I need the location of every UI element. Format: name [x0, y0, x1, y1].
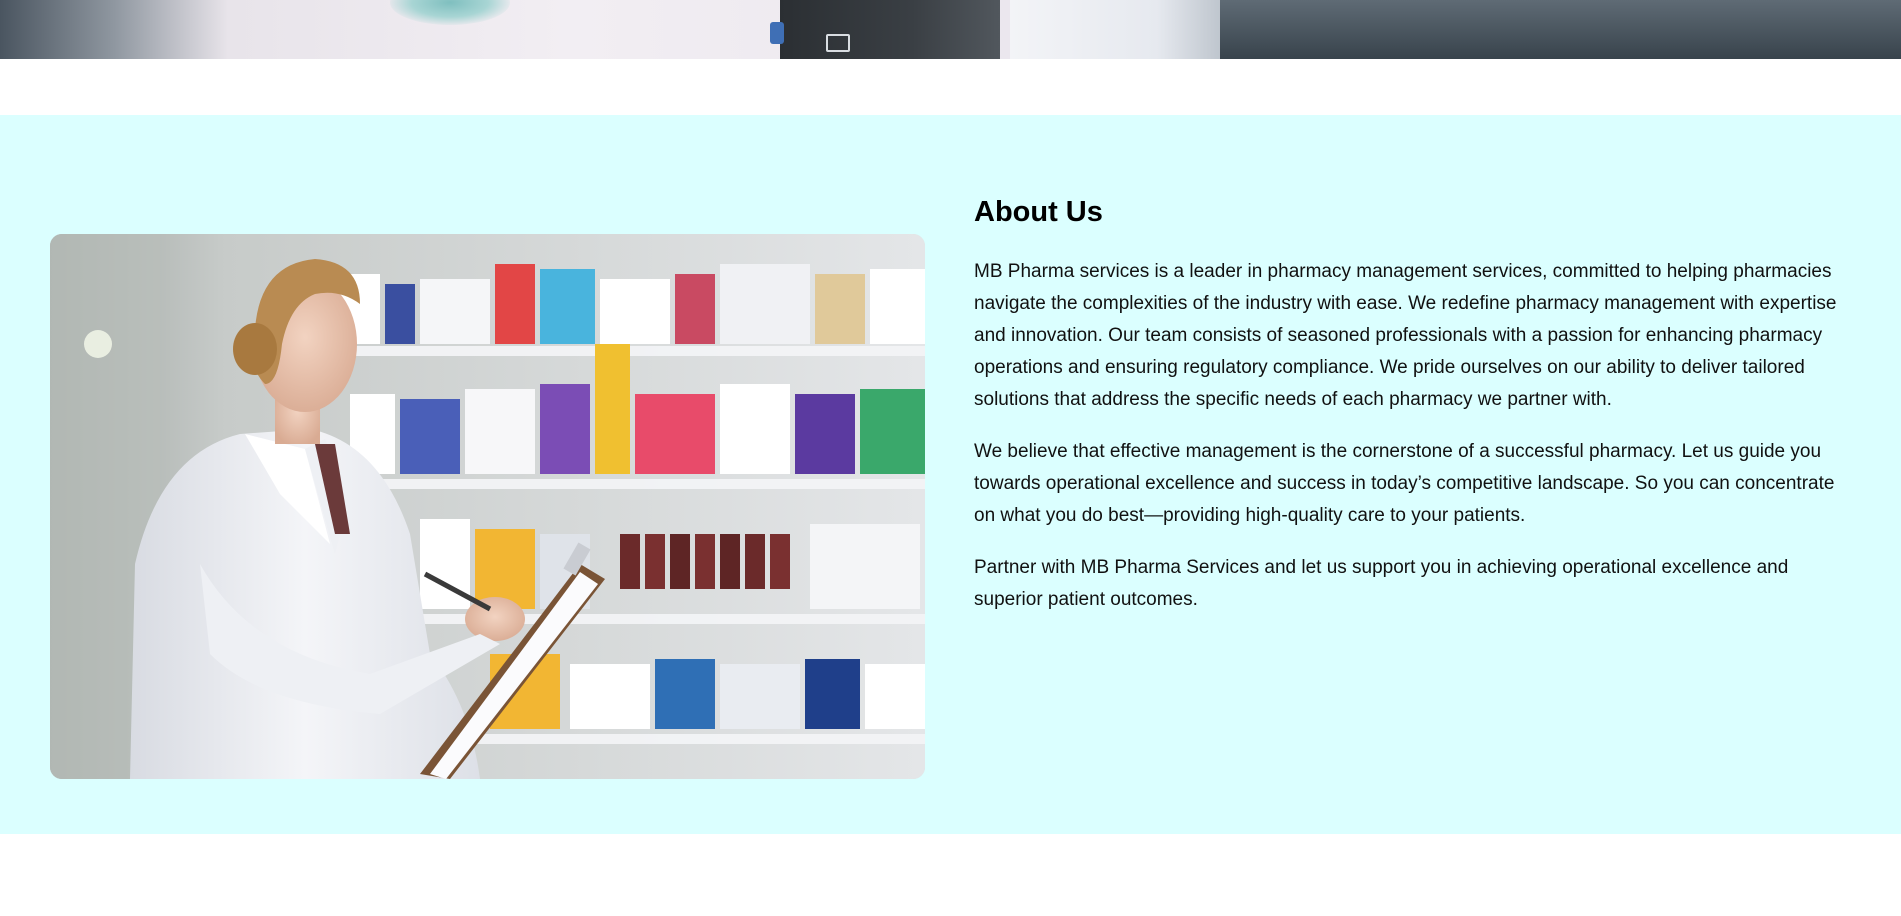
about-paragraph-2: We believe that effective management is …: [974, 440, 1835, 526]
pharmacist-photo-illustration: [50, 234, 925, 779]
about-section: About Us MB Pharma services is a leader …: [0, 115, 1901, 834]
hero-decoration: [770, 22, 784, 44]
hero-decoration: [780, 0, 1000, 59]
hero-decoration: [1220, 0, 1901, 59]
about-paragraph-1: MB Pharma services is a leader in pharma…: [974, 260, 1837, 410]
hero-banner-image: [0, 0, 1901, 59]
hero-decoration: [1010, 0, 1220, 59]
hero-decoration: [826, 34, 850, 52]
about-title: About Us: [974, 196, 1103, 228]
hero-decoration: [390, 0, 510, 25]
about-photo: [50, 234, 925, 779]
about-paragraph-3: Partner with MB Pharma Services and let …: [974, 556, 1789, 610]
about-content: About Us MB Pharma services is a leader …: [974, 195, 1844, 636]
